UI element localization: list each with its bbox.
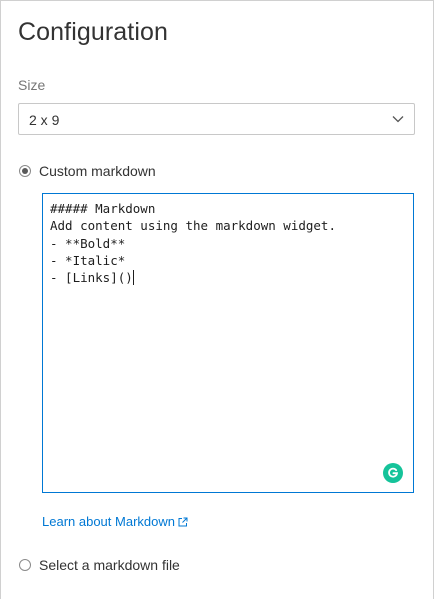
size-select[interactable]: 2 x 9 [18,103,415,135]
learn-about-markdown-label: Learn about Markdown [42,514,175,529]
learn-about-markdown-link[interactable]: Learn about Markdown [42,514,188,529]
radio-option-select-markdown-file[interactable]: Select a markdown file [19,557,180,573]
external-link-icon [178,517,188,526]
size-select-value: 2 x 9 [29,112,60,128]
text-caret [132,270,134,286]
radio-button-select-markdown-file[interactable] [19,559,31,571]
radio-button-custom-markdown[interactable] [19,165,31,177]
markdown-editor-text: ##### Markdown Add content using the mar… [50,201,336,286]
panel-title: Configuration [18,18,169,46]
markdown-editor-content[interactable]: ##### Markdown Add content using the mar… [50,200,336,286]
grammarly-icon[interactable] [383,463,403,483]
markdown-editor[interactable]: ##### Markdown Add content using the mar… [42,193,414,493]
radio-option-custom-markdown[interactable]: Custom markdown [19,163,156,179]
size-label: Size [18,77,46,93]
radio-label-select-markdown-file: Select a markdown file [39,557,180,573]
radio-label-custom-markdown: Custom markdown [39,163,156,179]
grammarly-g-glyph [388,467,399,478]
chevron-down-icon [392,116,404,123]
configuration-panel: Configuration Size 2 x 9 Custom markdown… [0,0,434,599]
